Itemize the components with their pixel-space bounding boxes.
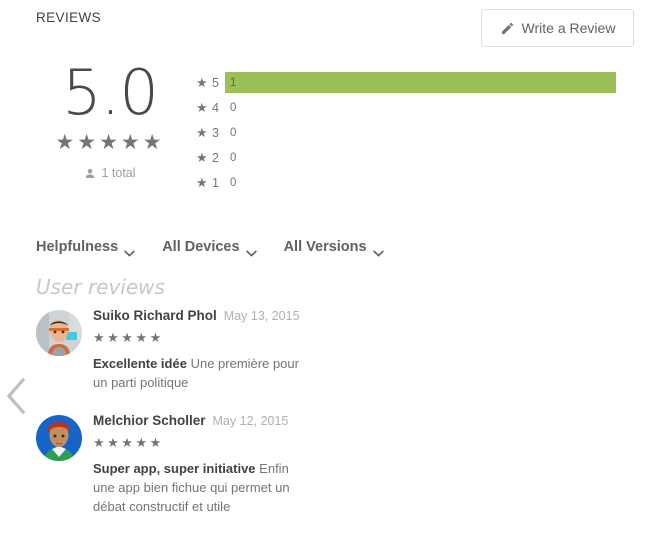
review-header: Melchior Scholler May 12, 2015 [93,413,336,430]
review-filters: Helpfulness All Devices All Versions [36,239,384,256]
write-review-label: Write a Review [521,20,616,36]
page-title: REVIEWS [36,10,102,25]
average-rating-value: 5.0 [62,56,159,129]
star-icon: ★ [196,175,208,190]
average-rating-stars: ★★★★★ [55,131,165,154]
filter-label: All Devices [162,239,240,255]
filter-all-devices[interactable]: All Devices [162,239,257,256]
histogram-star-level: 3 [212,125,219,140]
person-icon [84,167,96,180]
review-body: Super app, super initiative Enfin une ap… [93,459,308,516]
review-item: Suiko Richard Phol May 13, 2015 ★★★★★ Excel… [36,308,336,392]
histogram-count: 0 [230,126,237,139]
review-date: May 12, 2015 [212,414,289,428]
histogram-track: 0 [225,97,616,118]
review-body-title: Excellente idée [93,356,187,371]
chevron-down-icon [245,244,257,256]
review-item: Melchior Scholler May 12, 2015 ★★★★★ Super … [36,413,336,516]
review-body: Excellente idée Une première pour un par… [93,354,308,392]
avatar [36,310,82,356]
filter-label: All Versions [283,239,367,255]
star-icon: ★ [196,150,208,165]
write-review-button[interactable]: Write a Review [481,9,634,47]
user-reviews-heading: User reviews [36,275,165,299]
review-rating-stars: ★★★★★ [93,330,164,345]
star-icon: ★ [196,75,208,90]
review-date: May 13, 2015 [223,309,300,323]
chevron-down-icon [124,244,135,256]
review-author: Melchior Scholler [93,413,206,428]
histogram-star-level: 2 [212,150,219,165]
histogram-count: 0 [230,151,237,164]
rating-histogram: ★ 5 1 ★ 4 0 ★ 3 0 ★ 2 0 ★ 1 0 [196,70,616,195]
histogram-star-level: 5 [212,75,219,90]
review-author: Suiko Richard Phol [93,308,217,323]
reviews-list: Suiko Richard Phol May 13, 2015 ★★★★★ Excel… [36,308,336,537]
total-ratings-row: 1 total [30,166,190,180]
histogram-count: 0 [230,101,237,114]
star-icon: ★ [196,100,208,115]
review-rating-stars: ★★★★★ [93,435,164,450]
filter-helpfulness[interactable]: Helpfulness [36,239,135,256]
histogram-row[interactable]: ★ 5 1 [196,70,616,95]
histogram-row[interactable]: ★ 1 0 [196,170,616,195]
total-ratings-label: 1 total [101,166,136,180]
histogram-track: 1 [225,72,616,93]
histogram-row[interactable]: ★ 4 0 [196,95,616,120]
histogram-star-level: 4 [212,100,219,115]
chevron-left-icon[interactable] [4,376,30,416]
reviews-header: REVIEWS Write a Review [0,0,652,56]
histogram-bar [225,72,616,93]
histogram-row[interactable]: ★ 2 0 [196,145,616,170]
avatar [36,415,82,461]
histogram-row[interactable]: ★ 3 0 [196,120,616,145]
review-header: Suiko Richard Phol May 13, 2015 [93,308,336,325]
histogram-count: 1 [230,76,237,89]
histogram-star-level: 1 [212,175,219,190]
histogram-track: 0 [225,122,616,143]
star-icon: ★ [196,125,208,140]
rating-summary: 5.0 ★★★★★ 1 total [30,56,190,181]
histogram-count: 0 [230,176,237,189]
filter-all-versions[interactable]: All Versions [283,239,384,256]
histogram-track: 0 [225,147,616,168]
histogram-track: 0 [225,172,616,193]
review-body-title: Super app, super initiative [93,461,256,476]
filter-label: Helpfulness [36,239,119,255]
pencil-icon [500,21,515,36]
chevron-down-icon [372,244,384,256]
